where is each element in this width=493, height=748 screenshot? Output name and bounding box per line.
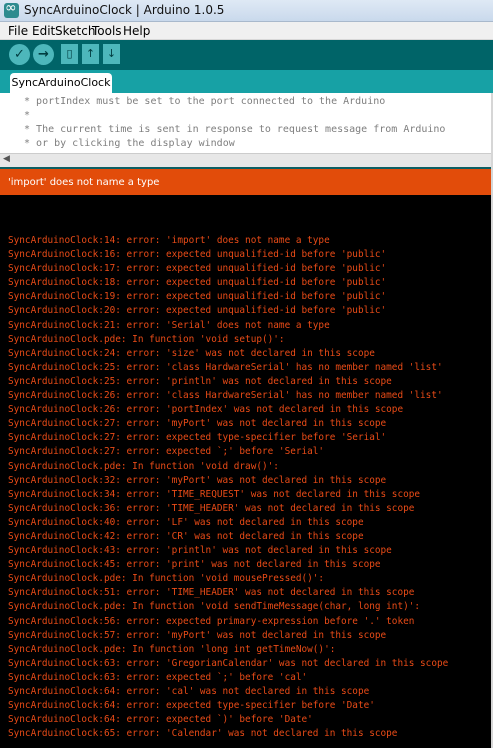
console-line: SyncArduinoClock.pde: In function 'void … xyxy=(8,460,279,472)
console-line: SyncArduinoClock:19: error: expected unq… xyxy=(8,291,387,303)
menu-edit[interactable]: Edit xyxy=(32,24,55,38)
console-line: SyncArduinoClock.pde: In function 'long … xyxy=(8,643,336,655)
console-line: SyncArduinoClock:14: error: 'import' doe… xyxy=(8,235,330,246)
new-file-icon: ▯ xyxy=(66,47,73,60)
menu-bar: File Edit Sketch Tools Help xyxy=(0,22,493,40)
title-bar: SyncArduinoClock | Arduino 1.0.5 xyxy=(0,0,493,22)
console-line: SyncArduinoClock:16: error: expected unq… xyxy=(8,249,387,261)
console-lines: SyncArduinoClock:14: error: 'import' doe… xyxy=(8,234,448,741)
console-line: SyncArduinoClock:64: error: 'cal' was no… xyxy=(8,686,370,697)
console-line: SyncArduinoClock:27: error: 'myPort' was… xyxy=(8,418,387,430)
status-message: 'import' does not name a type xyxy=(8,177,160,188)
console-line: SyncArduinoClock:63: error: expected `;'… xyxy=(8,671,308,683)
new-button[interactable]: ▯ xyxy=(61,44,78,64)
console-line: SyncArduinoClock.pde: In function 'void … xyxy=(8,333,285,345)
tab-syncarduinoclock[interactable]: SyncArduinoClock xyxy=(10,73,112,93)
window-title: SyncArduinoClock | Arduino 1.0.5 xyxy=(24,3,225,17)
save-arrow-icon: ↓ xyxy=(106,47,117,60)
menu-file[interactable]: File xyxy=(8,24,28,38)
console-line: SyncArduinoClock:17: error: expected unq… xyxy=(8,263,387,275)
code-line: * xyxy=(18,110,31,121)
open-button[interactable]: ↑ xyxy=(82,44,99,64)
console-line: SyncArduinoClock:26: error: 'portIndex' … xyxy=(8,404,404,416)
toolbar: ✓ → ▯ ↑ ↓ xyxy=(0,40,493,70)
code-editor[interactable]: * portIndex must be set to the port conn… xyxy=(0,93,493,153)
console-line: SyncArduinoClock:45: error: 'print' was … xyxy=(8,559,381,571)
console-line: SyncArduinoClock:43: error: 'println' wa… xyxy=(8,545,392,557)
console-line: SyncArduinoClock.pde: In function 'void … xyxy=(8,601,421,613)
console-line: SyncArduinoClock:40: error: 'LF' was not… xyxy=(8,516,364,528)
console-line: SyncArduinoClock:20: error: expected unq… xyxy=(8,305,387,317)
right-arrow-icon: → xyxy=(38,47,49,62)
horizontal-scrollbar[interactable]: ◀ xyxy=(0,153,493,167)
save-button[interactable]: ↓ xyxy=(103,44,120,64)
console-line: SyncArduinoClock:25: error: 'class Hardw… xyxy=(8,361,443,373)
console-line: SyncArduinoClock:27: error: expected `;'… xyxy=(8,446,325,458)
console-line: SyncArduinoClock:56: error: expected pri… xyxy=(8,615,415,627)
console-line: SyncArduinoClock:26: error: 'class Hardw… xyxy=(8,390,443,402)
checkmark-icon: ✓ xyxy=(14,47,25,62)
console-line: SyncArduinoClock:51: error: 'TIME_HEADER… xyxy=(8,587,415,599)
console-line: SyncArduinoClock:34: error: 'TIME_REQUES… xyxy=(8,488,421,500)
menu-tools[interactable]: Tools xyxy=(92,24,122,38)
console-line: SyncArduinoClock:42: error: 'CR' was not… xyxy=(8,530,364,542)
console-line: SyncArduinoClock:65: error: 'Calendar' w… xyxy=(8,728,398,740)
console-line: SyncArduinoClock:27: error: expected typ… xyxy=(8,432,387,444)
console-line: SyncArduinoClock:36: error: 'TIME_HEADER… xyxy=(8,502,415,514)
arduino-app-icon xyxy=(4,0,19,18)
upload-button[interactable]: → xyxy=(33,44,54,65)
open-arrow-icon: ↑ xyxy=(85,47,96,60)
console-line: SyncArduinoClock:18: error: expected unq… xyxy=(8,277,387,289)
scroll-left-icon[interactable]: ◀ xyxy=(3,154,10,164)
console-line: SyncArduinoClock:64: error: expected typ… xyxy=(8,700,375,712)
console-line: SyncArduinoClock:24: error: 'size' was n… xyxy=(8,347,375,359)
code-line: * portIndex must be set to the port conn… xyxy=(18,96,386,107)
console-line: SyncArduinoClock:64: error: expected `)'… xyxy=(8,714,313,726)
console-line: SyncArduinoClock:25: error: 'println' wa… xyxy=(8,375,392,387)
code-line: * or by clicking the display window xyxy=(18,138,235,149)
menu-sketch[interactable]: Sketch xyxy=(55,24,95,38)
console-output[interactable]: SyncArduinoClock:14: error: 'import' doe… xyxy=(0,195,493,748)
verify-button[interactable]: ✓ xyxy=(9,44,30,65)
console-line: SyncArduinoClock:21: error: 'Serial' doe… xyxy=(8,319,330,331)
console-line: SyncArduinoClock:57: error: 'myPort' was… xyxy=(8,629,387,641)
menu-help[interactable]: Help xyxy=(123,24,150,38)
console-line: SyncArduinoClock:32: error: 'myPort' was… xyxy=(8,474,387,486)
code-line: * The current time is sent in response t… xyxy=(18,124,446,135)
tab-strip: SyncArduinoClock xyxy=(0,70,493,93)
console-line: SyncArduinoClock:63: error: 'GregorianCa… xyxy=(8,657,449,669)
console-line: SyncArduinoClock.pde: In function 'void … xyxy=(8,573,325,585)
error-status-bar: 'import' does not name a type xyxy=(0,169,493,195)
